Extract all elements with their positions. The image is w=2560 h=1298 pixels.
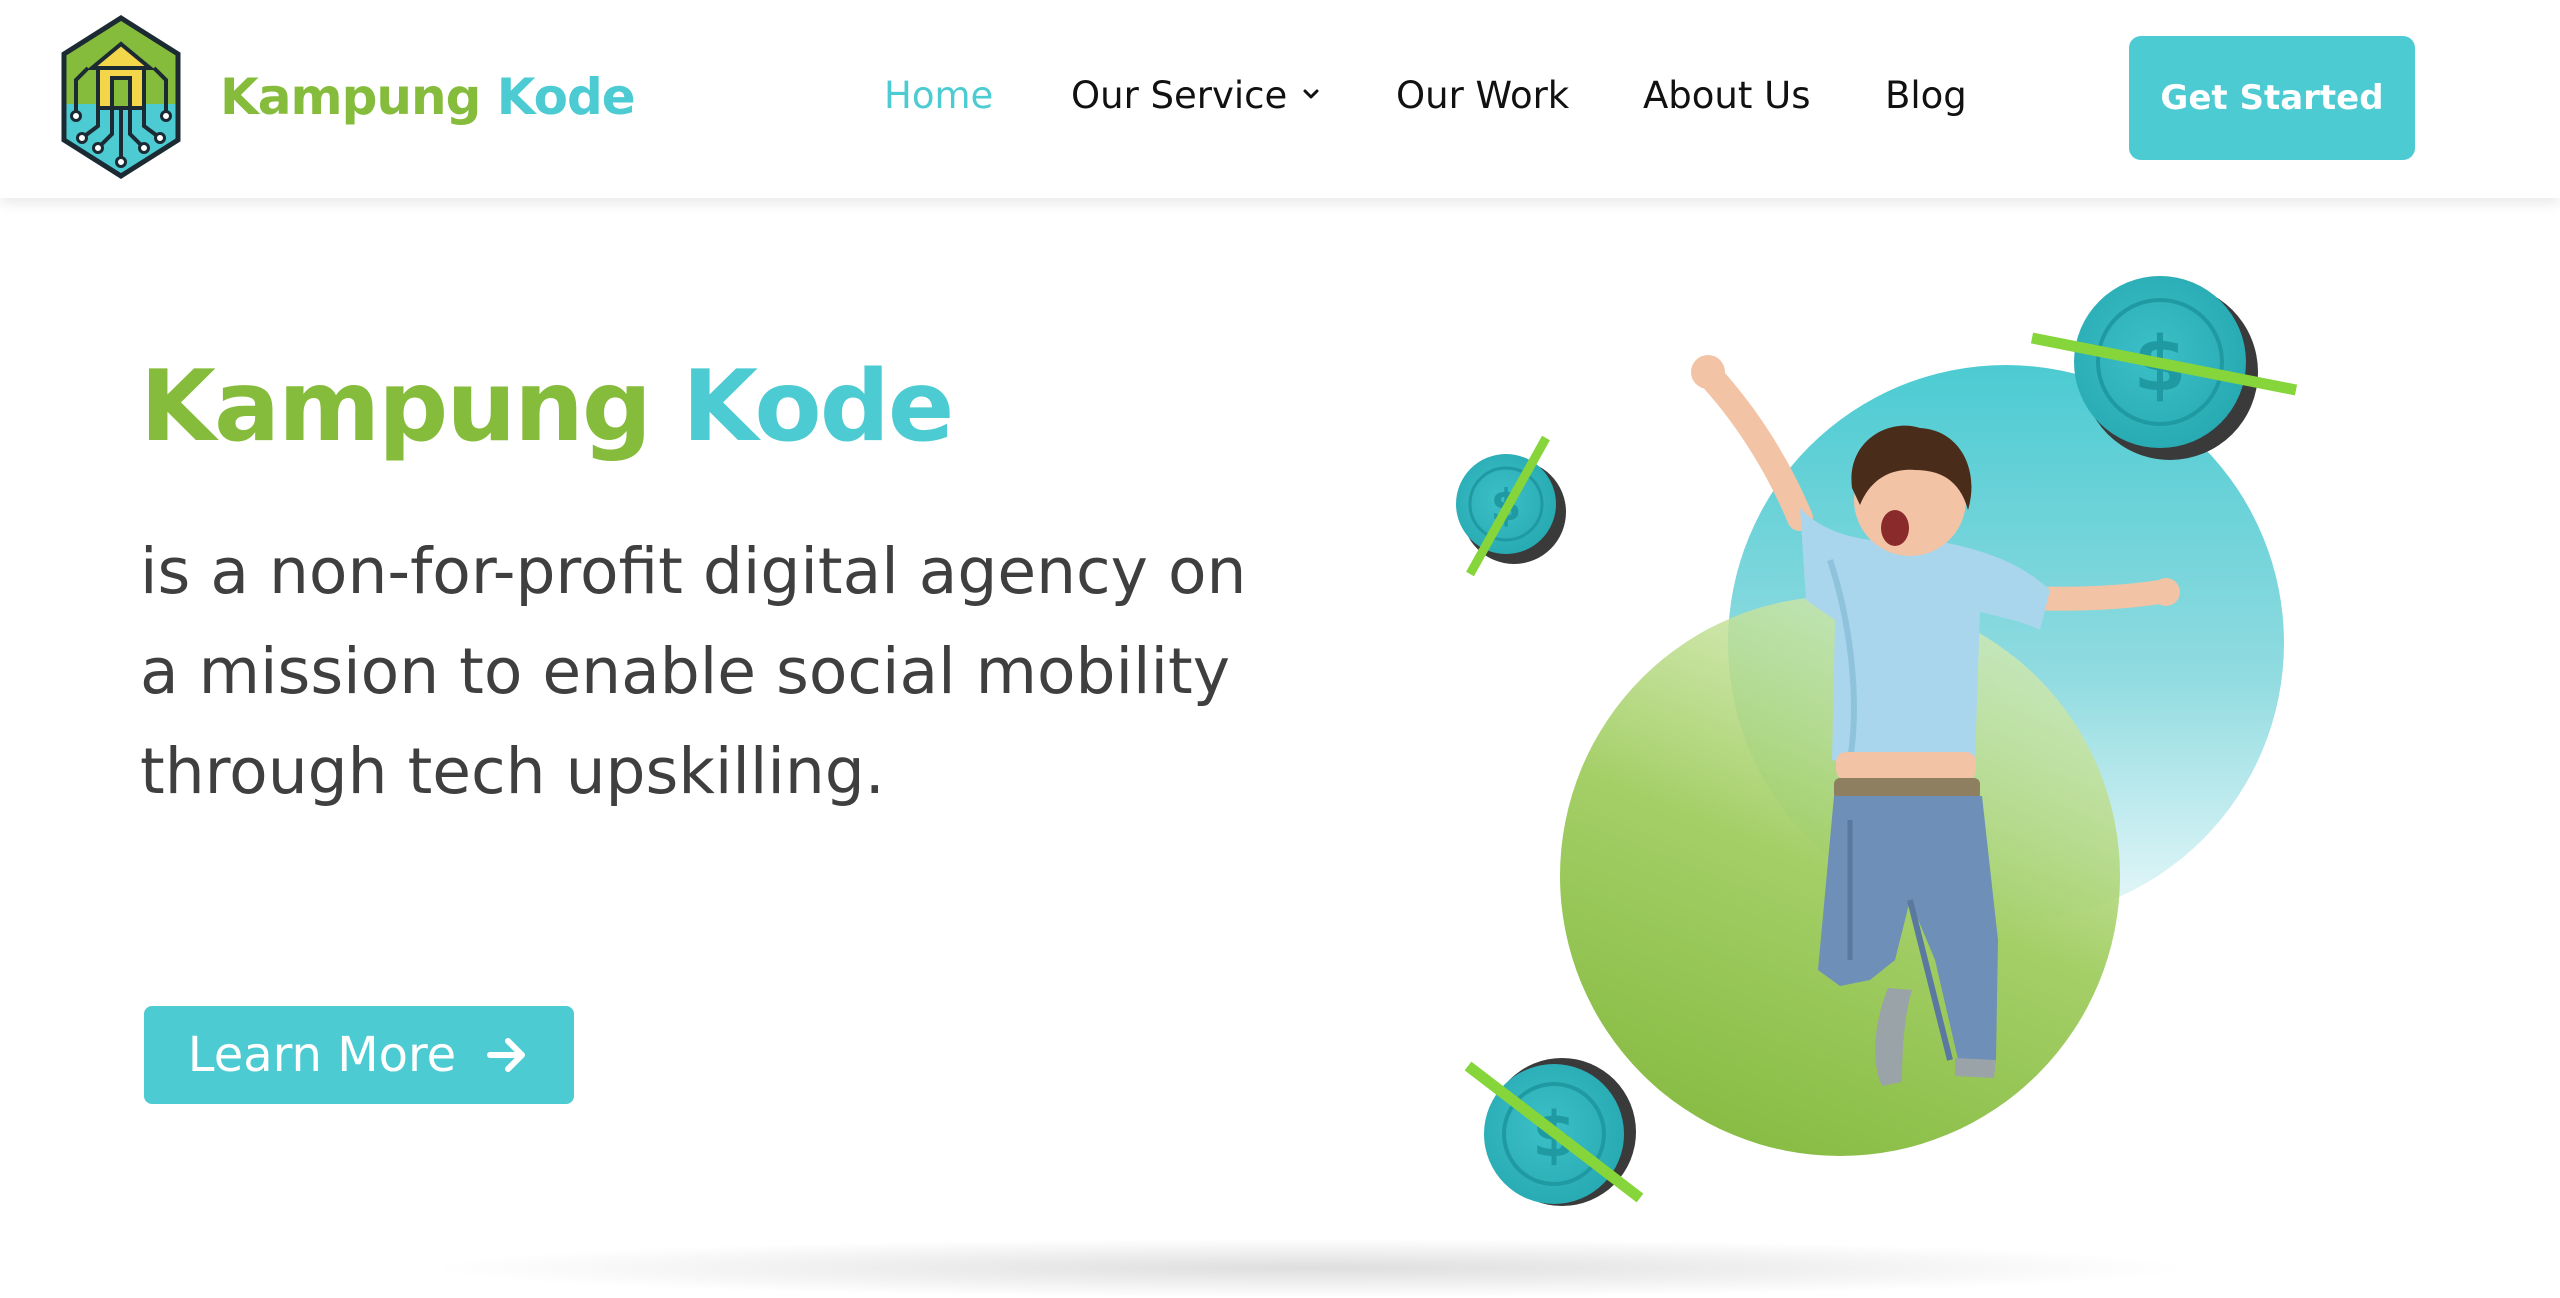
- chevron-down-icon: [1303, 89, 1319, 98]
- circuit-house-hexagon-icon: [61, 15, 181, 179]
- logo-word-kampung: Kampung: [220, 68, 481, 126]
- learn-more-button[interactable]: Learn More: [144, 1006, 574, 1104]
- hero-title-kode: Kode: [682, 350, 954, 464]
- logo-wordmark: Kampung Kode: [220, 68, 636, 126]
- nav-our-work[interactable]: Our Work: [1396, 70, 1569, 122]
- dollar-coin-icon: $: [1464, 1058, 1644, 1206]
- section-bottom-shadow: [420, 1238, 2200, 1298]
- logo-link[interactable]: Kampung Kode: [58, 14, 636, 180]
- hero-title: Kampung Kode: [140, 350, 954, 464]
- nav-our-service-label: Our Service: [1071, 74, 1288, 117]
- get-started-button[interactable]: Get Started: [2129, 36, 2415, 160]
- nav-home[interactable]: Home: [884, 70, 993, 122]
- hero-title-kampung: Kampung: [140, 350, 652, 464]
- learn-more-label: Learn More: [187, 1027, 457, 1083]
- site-header: Kampung Kode Home Our Service Our Work A…: [0, 0, 2560, 198]
- logo-word-kode: Kode: [496, 68, 636, 126]
- nav-blog[interactable]: Blog: [1885, 70, 1967, 122]
- nav-about-us[interactable]: About Us: [1643, 70, 1811, 122]
- arrow-right-icon: [487, 1038, 526, 1072]
- nav-our-service[interactable]: Our Service: [1071, 70, 1321, 122]
- dollar-coin-icon: $: [1456, 435, 1566, 577]
- hero-subtitle: is a non-for-profit digital agency on a …: [140, 535, 1247, 808]
